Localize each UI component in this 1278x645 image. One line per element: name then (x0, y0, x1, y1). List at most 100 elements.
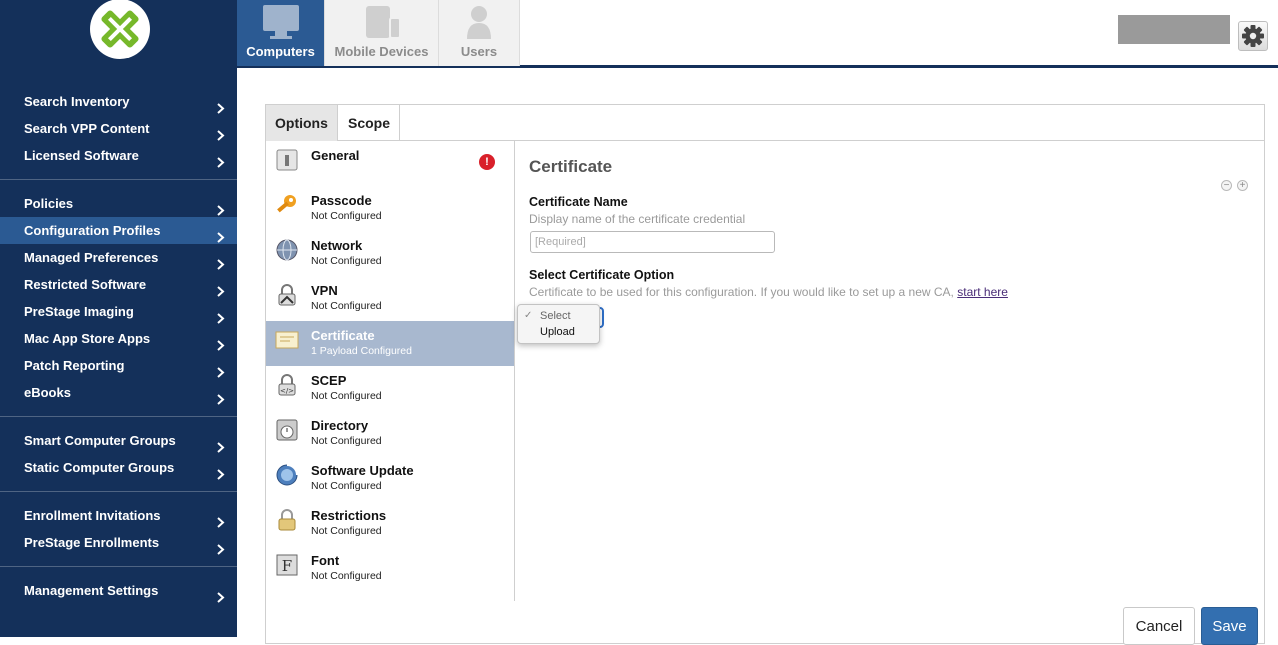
sidebar-item-configuration-profiles[interactable]: Configuration Profiles (0, 217, 237, 244)
tab-users-label: Users (460, 44, 498, 59)
payload-restrictions[interactable]: Restrictions Not Configured (266, 501, 514, 546)
payload-title: Font (311, 553, 340, 568)
payload-font[interactable]: F Font Not Configured (266, 546, 514, 591)
tab-scope[interactable]: Scope (339, 105, 401, 141)
globe-icon (275, 238, 299, 262)
payload-status: Not Configured (311, 255, 382, 267)
payload-passcode[interactable]: Passcode Not Configured (266, 186, 514, 231)
chevron-right-icon (215, 510, 226, 528)
settings-button[interactable] (1238, 21, 1268, 51)
chevron-right-icon (215, 306, 226, 324)
sidebar-item-restricted-software[interactable]: Restricted Software (0, 271, 237, 298)
editor-title: Certificate (529, 157, 613, 176)
checkmark-icon: ✓ (524, 310, 533, 321)
configuration-profile-panel: Options Scope General! Passcode Not Config… (265, 104, 1265, 645)
chevron-right-icon (215, 123, 226, 141)
sidebar-item-ebooks[interactable]: eBooks (0, 379, 237, 406)
tab-options[interactable]: Options (266, 105, 338, 141)
sidebar-group: Search Inventory Search VPP Content Licens… (0, 88, 237, 169)
payload-status: 1 Payload Configured (311, 345, 412, 357)
top-navigation-bar: Computers Mobile Devices Users (237, 0, 1278, 68)
sidebar-item-label: PreStage Imaging (24, 304, 134, 319)
tab-users[interactable]: Users (439, 0, 520, 66)
payload-status: Not Configured (311, 480, 382, 492)
jamf-logo[interactable] (89, 0, 151, 60)
sidebar-item-static-computer-groups[interactable]: Static Computer Groups (0, 454, 237, 481)
sidebar-item-label: Smart Computer Groups (24, 433, 176, 448)
option-upload[interactable]: Upload (518, 324, 599, 340)
option-select-label: Select (540, 310, 571, 322)
software-update-icon (275, 463, 299, 487)
payload-title: General (311, 148, 360, 163)
remove-payload-button[interactable]: − (1221, 180, 1232, 191)
certificate-icon (275, 328, 299, 352)
sidebar-item-patch-reporting[interactable]: Patch Reporting (0, 352, 237, 379)
sidebar-item-prestage-enrollments[interactable]: PreStage Enrollments (0, 529, 237, 556)
cancel-button[interactable]: Cancel (1123, 607, 1195, 645)
payload-network[interactable]: Network Not Configured (266, 231, 514, 276)
vpn-lock-icon (275, 283, 299, 307)
certificate-name-input[interactable] (530, 231, 775, 253)
sidebar-item-enrollment-invitations[interactable]: Enrollment Invitations (0, 502, 237, 529)
start-here-link[interactable]: start here (957, 285, 1008, 299)
certificate-option-label: Select Certificate Option (529, 268, 675, 282)
option-upload-label: Upload (540, 326, 575, 338)
payload-title: VPN (311, 283, 338, 298)
certificate-option-help-text: Certificate to be used for this configur… (529, 285, 954, 299)
sidebar-item-managed-preferences[interactable]: Managed Preferences (0, 244, 237, 271)
chevron-right-icon (215, 537, 226, 555)
payload-certificate[interactable]: Certificate 1 Payload Configured (266, 321, 514, 366)
sidebar-divider (0, 491, 237, 492)
sidebar-item-policies[interactable]: Policies (0, 190, 237, 217)
chevron-right-icon (215, 279, 226, 297)
sidebar-item-licensed-software[interactable]: Licensed Software (0, 142, 237, 169)
sidebar-item-label: Configuration Profiles (24, 223, 161, 238)
payload-vpn[interactable]: VPN Not Configured (266, 276, 514, 321)
certificate-name-help: Display name of the certificate credenti… (529, 212, 746, 226)
payload-general[interactable]: General! (266, 141, 514, 186)
payload-status: Not Configured (311, 435, 382, 447)
chevron-right-icon (215, 462, 226, 480)
payload-software-update[interactable]: Software Update Not Configured (266, 456, 514, 501)
error-badge: ! (479, 154, 495, 170)
sidebar-item-prestage-imaging[interactable]: PreStage Imaging (0, 298, 237, 325)
sidebar-item-search-vpp-content[interactable]: Search VPP Content (0, 115, 237, 142)
certificate-option-help: Certificate to be used for this configur… (529, 285, 1008, 299)
add-payload-button[interactable]: + (1237, 180, 1248, 191)
sidebar-item-label: Patch Reporting (24, 358, 125, 373)
sidebar-divider (0, 416, 237, 417)
payload-status: Not Configured (311, 210, 382, 222)
save-button[interactable]: Save (1201, 607, 1258, 645)
sidebar-item-management-settings[interactable]: Management Settings (0, 577, 237, 604)
payload-status: Not Configured (311, 390, 382, 402)
user-account-box[interactable] (1118, 15, 1230, 44)
payload-scep[interactable]: </> SCEP Not Configured (266, 366, 514, 411)
payload-title: Software Update (311, 463, 414, 478)
chevron-right-icon (215, 360, 226, 378)
panel-tabs: Options Scope (266, 105, 1264, 141)
sidebar-item-label: eBooks (24, 385, 71, 400)
tab-computers[interactable]: Computers (237, 0, 325, 66)
sidebar-group: Management Settings (0, 577, 237, 604)
sidebar-item-label: Policies (24, 196, 74, 211)
sidebar-item-mac-app-store-apps[interactable]: Mac App Store Apps (0, 325, 237, 352)
certificate-option-dropdown: ✓ Select Upload (517, 304, 600, 344)
payload-status: Not Configured (311, 300, 382, 312)
sidebar-item-label: Enrollment Invitations (24, 508, 161, 523)
sidebar-item-label: Search VPP Content (24, 121, 150, 136)
chevron-right-icon (215, 150, 226, 168)
option-select[interactable]: ✓ Select (518, 308, 599, 324)
sidebar-item-smart-computer-groups[interactable]: Smart Computer Groups (0, 427, 237, 454)
sidebar-divider (0, 179, 237, 180)
sidebar-item-search-inventory[interactable]: Search Inventory (0, 88, 237, 115)
sidebar-item-label: PreStage Enrollments (24, 535, 160, 550)
certificate-editor: Certificate − + Certificate Name Display… (516, 141, 1264, 601)
tab-computers-label: Computers (246, 44, 315, 59)
payload-title: Directory (311, 418, 369, 433)
payload-title: Network (311, 238, 363, 253)
user-icon (459, 3, 499, 44)
payload-list: General! Passcode Not Configured Network Not… (266, 141, 515, 601)
tab-mobile-devices[interactable]: Mobile Devices (325, 0, 439, 66)
payload-directory[interactable]: Directory Not Configured (266, 411, 514, 456)
sidebar-item-label: Static Computer Groups (24, 460, 175, 475)
